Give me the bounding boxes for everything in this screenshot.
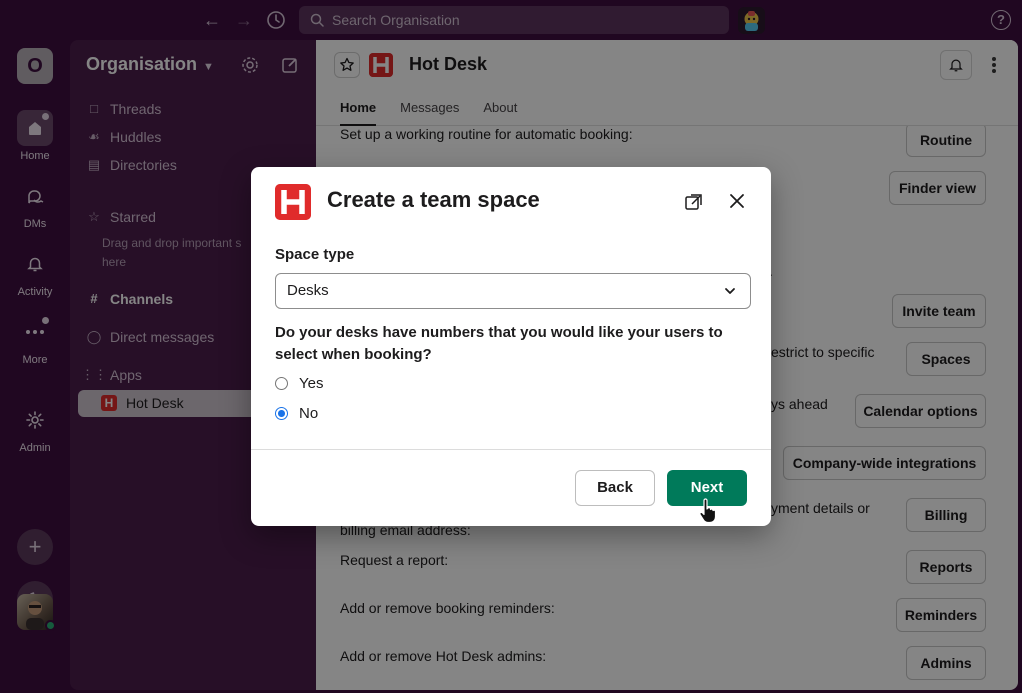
option-yes[interactable]: Yes [275, 375, 323, 392]
modal-title: Create a team space [327, 187, 540, 212]
space-type-select[interactable]: Desks [275, 273, 751, 309]
divider [251, 449, 771, 450]
create-team-space-modal: Create a team space Space type Desks Do … [251, 167, 771, 526]
radio-no[interactable] [275, 407, 288, 420]
space-type-value: Desks [287, 282, 329, 299]
radio-yes[interactable] [275, 377, 288, 390]
chevron-down-icon [725, 288, 735, 294]
pop-out-icon[interactable] [684, 192, 704, 212]
option-label: No [299, 405, 319, 422]
desk-numbers-question: Do your desks have numbers that you woul… [275, 324, 723, 363]
space-type-label: Space type [275, 246, 355, 263]
hand-cursor-icon [699, 498, 717, 524]
hot-desk-logo-icon [275, 184, 311, 220]
option-label: Yes [299, 375, 324, 392]
close-icon[interactable] [727, 191, 747, 211]
option-no[interactable]: No [275, 405, 318, 422]
back-button[interactable]: Back [575, 470, 655, 506]
